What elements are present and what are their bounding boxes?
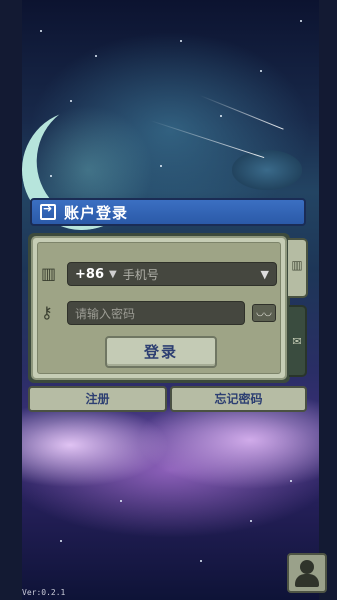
left-border [0, 0, 22, 600]
star [40, 30, 42, 32]
forgot-password-button[interactable]: 忘记密码 [170, 386, 307, 412]
star [290, 480, 292, 482]
login-button[interactable]: 登录 [105, 336, 217, 368]
show-password-toggle[interactable]: ◡◡ [252, 304, 276, 322]
tab-mail-login[interactable]: ✉ [289, 305, 307, 377]
login-title: 账户登录 [64, 203, 129, 222]
phone-icon: ▥ [41, 264, 57, 283]
login-arrow-icon [40, 202, 56, 220]
phone-input[interactable]: +86 ▼ 手机号 ▼ [67, 262, 277, 286]
star [220, 115, 222, 117]
star [120, 500, 122, 502]
shooting-star [199, 95, 284, 130]
phone-dropdown-caret-icon[interactable]: ▼ [261, 268, 269, 281]
star [95, 55, 97, 57]
login-panel-inner: ▥ +86 ▼ 手机号 ▼ ⚷ 请输入密码 ◡◡ 登录 [31, 236, 287, 380]
star [50, 175, 52, 177]
right-border [319, 0, 337, 600]
shooting-star [149, 120, 265, 159]
key-icon: ⚷ [41, 303, 53, 322]
user-avatar-button[interactable] [287, 553, 327, 593]
user-avatar-icon [300, 560, 314, 574]
login-title-bar: 账户登录 [30, 198, 306, 226]
tab-phone-login[interactable]: ▥ [288, 238, 308, 298]
country-code[interactable]: +86 [75, 267, 104, 282]
register-button[interactable]: 注册 [28, 386, 167, 412]
star [70, 100, 72, 102]
phone-row: ▥ [41, 264, 57, 284]
star [250, 520, 252, 522]
login-panel: ▥ +86 ▼ 手机号 ▼ ⚷ 请输入密码 ◡◡ 登录 [28, 233, 290, 383]
star [160, 165, 162, 167]
floating-island [232, 150, 302, 190]
star [200, 560, 202, 562]
eye-closed-icon: ◡◡ [256, 308, 272, 318]
star [180, 40, 182, 42]
phone-tab-icon: ▥ [291, 258, 303, 272]
password-row: ⚷ [41, 303, 55, 323]
country-code-caret-icon[interactable]: ▼ [109, 269, 117, 280]
version-label: Ver:0.2.1 [22, 588, 66, 597]
star [60, 540, 62, 542]
user-avatar-body [295, 574, 319, 587]
password-input[interactable]: 请输入密码 [67, 301, 245, 325]
password-placeholder: 请输入密码 [75, 306, 136, 321]
mail-icon: ✉ [292, 335, 302, 348]
star [300, 20, 302, 22]
star [260, 70, 262, 72]
phone-placeholder: 手机号 [122, 267, 159, 282]
